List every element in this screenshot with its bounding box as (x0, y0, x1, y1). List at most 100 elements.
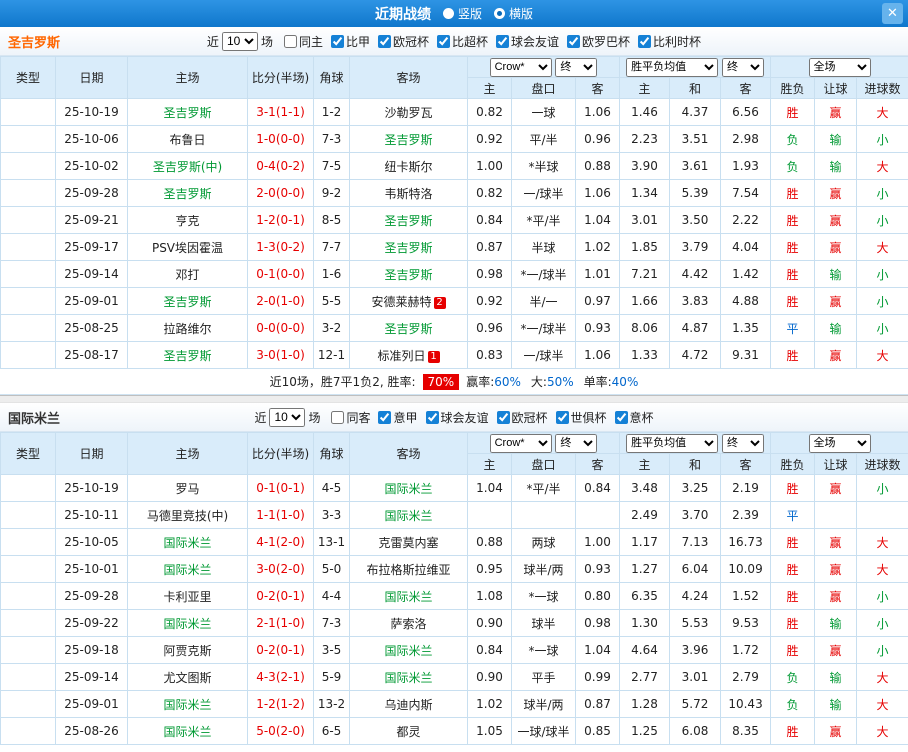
match-row: 意甲 25-09-01 国际米兰 1-2(1-2) 13-2 乌迪内斯 1.02… (0, 690, 908, 718)
layout-radio-option[interactable]: 竖版 (442, 5, 482, 22)
odds-draw: 3.83 (669, 287, 722, 315)
filter-near-label: 近 (254, 410, 267, 425)
result-goals: 小 (856, 609, 908, 637)
home-team-name: 罗马 (175, 481, 200, 496)
checkbox-input[interactable] (638, 34, 652, 48)
odds-win: 1.85 (619, 233, 671, 261)
checkbox-input[interactable] (331, 410, 345, 424)
odds-final-select[interactable]: 终 (721, 433, 764, 453)
away-team-cell: 萨索洛 (349, 609, 468, 637)
result-wdl: 平 (770, 314, 816, 342)
scope-select[interactable]: 全场 (808, 57, 871, 77)
home-team-name: 布鲁日 (169, 132, 206, 147)
odds-final-select[interactable]: 终 (721, 57, 764, 77)
ah-home-odds: 0.95 (467, 555, 512, 583)
odds-draw: 6.08 (669, 717, 722, 745)
result-handicap: 输 (814, 125, 858, 153)
checkbox-input[interactable] (555, 410, 569, 424)
away-team-name: 克雷莫内塞 (378, 535, 439, 550)
odds-win: 1.28 (619, 690, 671, 718)
match-date: 25-10-11 (55, 501, 128, 529)
result-goals: 大 (856, 233, 908, 261)
checkbox-input[interactable] (283, 34, 297, 48)
away-team-name: 乌迪内斯 (384, 697, 433, 712)
filter-checkbox[interactable]: 比超杯 (437, 33, 488, 50)
checkbox-label: 意甲 (393, 410, 418, 425)
odds-type-select[interactable]: 胜平负均值 (626, 433, 719, 453)
away-team-name: 安德莱赫特 (371, 294, 432, 309)
home-team-cell: 马德里竞技(中) (127, 501, 248, 529)
checkbox-input[interactable] (614, 410, 628, 424)
filter-checkbox[interactable]: 同主 (283, 33, 323, 50)
close-icon[interactable]: ✕ (882, 3, 903, 24)
bookmaker-select[interactable]: Crow* (489, 57, 552, 77)
checkbox-input[interactable] (378, 410, 392, 424)
checkbox-input[interactable] (437, 34, 450, 48)
home-team-name: 国际米兰 (163, 724, 212, 739)
home-team-cell: 圣吉罗斯 (127, 287, 248, 315)
checkbox-input[interactable] (377, 34, 391, 48)
ah-away-odds: 0.88 (574, 152, 621, 180)
extra-value: 60% (494, 375, 521, 389)
filter-checkbox[interactable]: 欧冠杯 (377, 33, 429, 50)
bookmaker-final-select[interactable]: 终 (555, 57, 598, 77)
scope-select[interactable]: 全场 (808, 433, 871, 453)
home-team-cell: 国际米兰 (127, 555, 248, 583)
extra-value: 50% (546, 375, 574, 389)
filter-checkbox[interactable]: 球会友谊 (496, 33, 559, 50)
section-header-home-team: 圣吉罗斯 近 10 场 同主 比甲 欧冠杯 比超杯 球会友谊 欧罗巴杯 比利时杯 (0, 27, 908, 56)
result-goals: 小 (856, 206, 908, 234)
match-count-select[interactable]: 10 (269, 407, 306, 427)
ah-home-odds (467, 501, 512, 529)
result-wdl: 胜 (770, 179, 816, 207)
col-header-score: 比分(半场) (247, 432, 314, 475)
corner-cell: 13-1 (313, 528, 350, 556)
summary-bar: 近10场，胜7平1负2, 胜率: 70% 赢率:60% 大:50% 单率:40% (0, 369, 908, 395)
filter-checkbox[interactable]: 世俱杯 (555, 409, 607, 426)
result-handicap: 赢 (814, 582, 858, 610)
filter-checkbox[interactable]: 意杯 (614, 409, 654, 426)
bookmaker-final-select[interactable]: 终 (555, 433, 598, 453)
score-cell: 2-0(0-0) (247, 179, 314, 207)
checkbox-input[interactable] (496, 34, 510, 48)
checkbox-input[interactable] (496, 410, 510, 424)
checkbox-input[interactable] (567, 34, 581, 48)
filter-checkbox[interactable]: 比利时杯 (638, 33, 701, 50)
odds-lose: 2.79 (720, 663, 772, 691)
filter-checkbox[interactable]: 欧罗巴杯 (567, 33, 630, 50)
wdl-odds-header: 胜平负均值 终 (619, 432, 772, 454)
filter-checkbox[interactable]: 比甲 (330, 33, 370, 50)
odds-win: 7.21 (619, 260, 671, 288)
match-count-select[interactable]: 10 (221, 31, 258, 51)
result-handicap: 赢 (814, 98, 858, 126)
corner-cell: 13-2 (313, 690, 350, 718)
odds-type-select[interactable]: 胜平负均值 (626, 57, 719, 77)
filter-checkbox[interactable]: 欧冠杯 (496, 409, 548, 426)
checkbox-input[interactable] (425, 410, 439, 424)
away-team-cell: 国际米兰 (349, 582, 468, 610)
match-date: 25-08-25 (55, 314, 128, 342)
match-row: 比甲 25-09-14 邓打 0-1(0-0) 1-6 圣吉罗斯 0.98 *一… (0, 260, 908, 288)
filter-checkbox[interactable]: 球会友谊 (425, 409, 489, 426)
odds-win: 8.06 (619, 314, 671, 342)
ah-home-odds: 1.02 (467, 690, 512, 718)
checkbox-input[interactable] (330, 34, 344, 48)
match-date: 25-09-28 (55, 179, 128, 207)
odds-lose: 8.35 (720, 717, 772, 745)
away-team-cell: 国际米兰 (349, 636, 468, 664)
league-type-badge: 意甲 (0, 717, 56, 745)
filter-checkbox-group: 同客 意甲 球会友谊 欧冠杯 世俱杯 意杯 (323, 409, 654, 426)
result-wdl: 负 (770, 663, 816, 691)
away-team-cell: 纽卡斯尔 (349, 152, 468, 180)
filter-checkbox[interactable]: 同客 (331, 409, 370, 426)
filter-checkbox[interactable]: 意甲 (378, 409, 418, 426)
layout-radio-option[interactable]: 横版 (494, 5, 533, 22)
bookmaker-select[interactable]: Crow* (489, 433, 552, 453)
match-date: 25-09-01 (55, 287, 128, 315)
odds-draw: 4.72 (669, 341, 722, 369)
ah-away-odds: 0.85 (574, 717, 621, 745)
layout-radio-group: 竖版 横版 (431, 5, 533, 22)
odds-draw: 3.50 (669, 206, 722, 234)
home-team-cell: 邓打 (127, 260, 248, 288)
home-team-name: 卡利亚里 (163, 589, 212, 604)
